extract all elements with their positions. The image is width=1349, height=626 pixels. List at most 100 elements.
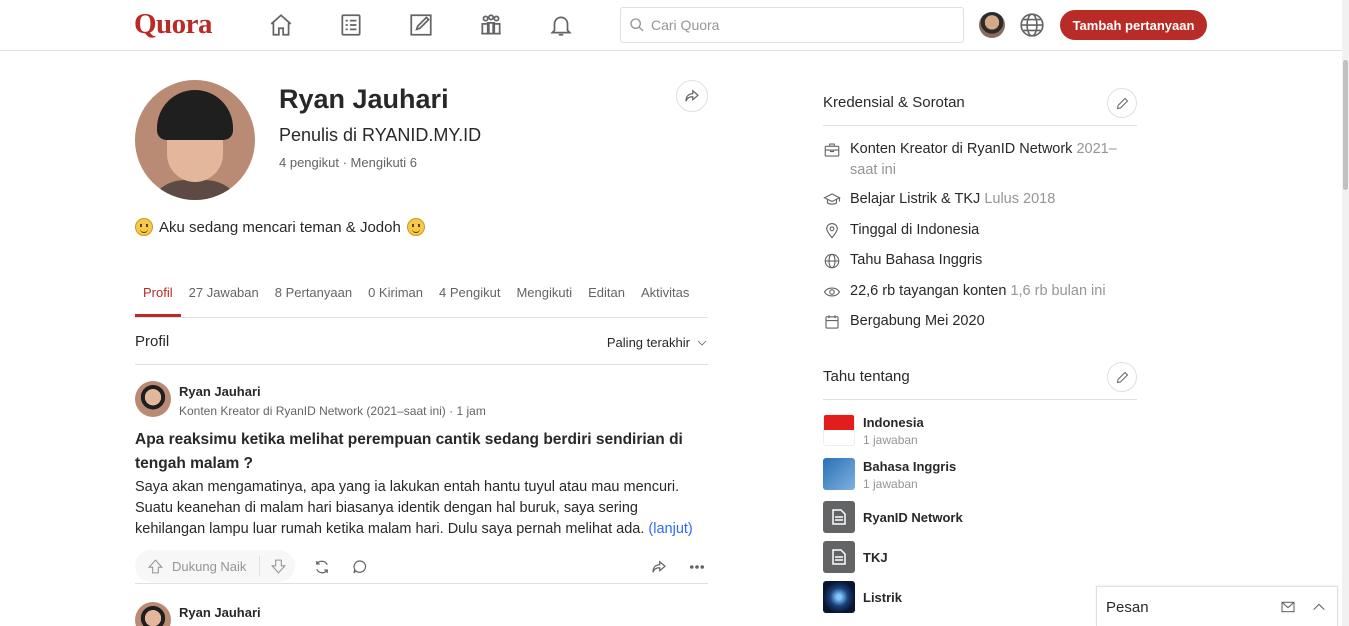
post-action-bar: Dukung Naik xyxy=(135,550,708,584)
tab-mengikuti[interactable]: Mengikuti xyxy=(508,278,580,317)
comment-button[interactable] xyxy=(349,556,371,578)
topic-name[interactable]: Indonesia xyxy=(863,415,924,430)
credential-item: 22,6 rb tayangan konten 1,6 rb bulan ini xyxy=(823,281,1137,302)
tab-jawaban[interactable]: 27 Jawaban xyxy=(181,278,267,317)
calendar-icon xyxy=(823,313,841,331)
topic-item-listrik[interactable]: Listrik xyxy=(823,581,1137,615)
chevron-down-icon xyxy=(697,340,707,346)
profile-headline[interactable]: Penulis di RYANID.MY.ID xyxy=(279,125,481,146)
tab-kiriman[interactable]: 0 Kiriman xyxy=(360,278,431,317)
credentials-title: Kredensial & Sorotan xyxy=(823,94,965,111)
tab-aktivitas[interactable]: Aktivitas xyxy=(633,278,697,317)
topic-item-indonesia[interactable]: Indonesia 1 jawaban xyxy=(823,414,1137,448)
page-scrollbar[interactable] xyxy=(1342,0,1349,626)
messages-panel[interactable]: Pesan xyxy=(1096,586,1338,626)
upvote-label: Dukung Naik xyxy=(172,558,247,574)
topic-name[interactable]: TKJ xyxy=(863,550,888,565)
top-navigation-bar: Quora Tambah pertanyaan xyxy=(0,0,1349,51)
profile-tabs: Profil 27 Jawaban 8 Pertanyaan 0 Kiriman… xyxy=(135,278,708,318)
smiley-emoji-icon xyxy=(406,218,425,236)
quora-logo[interactable]: Quora xyxy=(134,8,213,41)
spaces-icon[interactable] xyxy=(476,10,506,40)
credential-text: Tahu Bahasa Inggris xyxy=(850,252,983,268)
post-author-name[interactable]: Ryan Jauhari xyxy=(179,605,261,620)
indonesia-flag-icon xyxy=(823,414,855,446)
share-profile-button[interactable] xyxy=(676,80,708,112)
search-input[interactable] xyxy=(651,17,951,33)
document-icon xyxy=(823,541,855,573)
topic-item-tkj[interactable]: TKJ xyxy=(823,541,1137,575)
section-title: Profil xyxy=(135,333,170,350)
downvote-arrow-icon xyxy=(270,559,287,574)
post-body[interactable]: Saya akan mengamatinya, apa yang ia laku… xyxy=(135,477,708,540)
tab-editan[interactable]: Editan xyxy=(580,278,633,317)
follow-stats[interactable]: 4 pengikut · Mengikuti 6 xyxy=(279,155,417,170)
repost-icon xyxy=(316,560,328,574)
home-icon[interactable] xyxy=(266,10,296,40)
post-body-text: Saya akan mengamatinya, apa yang ia laku… xyxy=(135,479,680,537)
briefcase-icon xyxy=(823,141,841,159)
topic-item-ryanid-network[interactable]: RyanID Network xyxy=(823,501,1137,535)
credential-text: Bergabung Mei 2020 xyxy=(850,313,985,329)
pencil-icon xyxy=(1116,371,1128,383)
smiley-emoji-icon xyxy=(135,218,153,236)
post-author-credential[interactable]: Konten Kreator di RyanID Network (2021–s… xyxy=(179,404,486,418)
upvote-arrow-icon xyxy=(147,558,164,573)
credential-text: Belajar Listrik & TKJ Lulus 2018 xyxy=(850,191,1056,207)
post-author-avatar[interactable] xyxy=(135,602,171,626)
topic-answer-count: 1 jawaban xyxy=(863,433,918,447)
bio-text: Aku sedang mencari teman & Jodoh xyxy=(159,218,401,236)
knows-about-title: Tahu tentang xyxy=(823,368,910,385)
topic-name[interactable]: RyanID Network xyxy=(863,510,963,525)
tab-pengikut[interactable]: 4 Pengikut xyxy=(431,278,508,317)
topic-name[interactable]: Bahasa Inggris xyxy=(863,459,956,474)
credential-text: 22,6 rb tayangan konten 1,6 rb bulan ini xyxy=(850,283,1106,299)
tab-profil[interactable]: Profil xyxy=(135,278,181,317)
credential-text: Konten Kreator di RyanID Network 2021–sa… xyxy=(850,141,1117,178)
credential-text: Tinggal di Indonesia xyxy=(850,222,980,238)
edit-credentials-button[interactable] xyxy=(1107,88,1137,118)
scrollbar-thumb[interactable] xyxy=(1343,60,1348,190)
add-question-button[interactable]: Tambah pertanyaan xyxy=(1060,10,1207,40)
chevron-up-icon[interactable] xyxy=(1311,599,1327,620)
tab-pertanyaan[interactable]: 8 Pertanyaan xyxy=(267,278,360,317)
compose-message-icon[interactable] xyxy=(1280,599,1296,620)
profile-name: Ryan Jauhari xyxy=(279,84,449,114)
language-globe-icon[interactable] xyxy=(1019,12,1045,38)
topic-name[interactable]: Listrik xyxy=(863,590,902,605)
book-icon xyxy=(823,458,855,490)
messages-label: Pesan xyxy=(1106,599,1149,616)
share-button[interactable] xyxy=(648,556,670,578)
share-icon xyxy=(652,560,666,573)
more-options-button[interactable] xyxy=(686,556,708,578)
credential-item: Tahu Bahasa Inggris xyxy=(823,250,1137,271)
profile-photo[interactable] xyxy=(135,80,255,200)
more-horizontal-icon xyxy=(689,565,705,569)
sort-dropdown[interactable]: Paling terakhir xyxy=(607,335,708,350)
edit-topics-button[interactable] xyxy=(1107,362,1137,392)
credential-item: Bergabung Mei 2020 xyxy=(823,311,1137,332)
eye-icon xyxy=(823,283,841,301)
post-author-avatar[interactable] xyxy=(135,381,171,417)
answer-list-icon[interactable] xyxy=(336,10,366,40)
post-author-name[interactable]: Ryan Jauhari xyxy=(179,384,261,399)
search-icon xyxy=(630,18,644,32)
credentials-header: Kredensial & Sorotan xyxy=(823,88,1137,126)
downvote-button[interactable] xyxy=(260,558,287,575)
location-icon xyxy=(823,222,841,240)
edit-icon[interactable] xyxy=(406,10,436,40)
graduation-cap-icon xyxy=(823,191,841,209)
upvote-button[interactable]: Dukung Naik xyxy=(135,556,260,576)
pencil-icon xyxy=(1116,97,1128,109)
search-box[interactable] xyxy=(620,7,964,43)
electricity-image-icon xyxy=(823,581,855,613)
read-more-link[interactable]: (lanjut) xyxy=(648,521,692,537)
credential-item: Konten Kreator di RyanID Network 2021–sa… xyxy=(823,139,1137,181)
document-icon xyxy=(823,501,855,533)
user-avatar-button[interactable] xyxy=(979,12,1005,38)
bell-icon[interactable] xyxy=(546,10,576,40)
post-question[interactable]: Apa reaksimu ketika melihat perempuan ca… xyxy=(135,428,708,476)
topic-item-bahasa-inggris[interactable]: Bahasa Inggris 1 jawaban xyxy=(823,458,1137,492)
sort-label: Paling terakhir xyxy=(606,335,690,350)
share-repost-button[interactable] xyxy=(311,556,333,578)
